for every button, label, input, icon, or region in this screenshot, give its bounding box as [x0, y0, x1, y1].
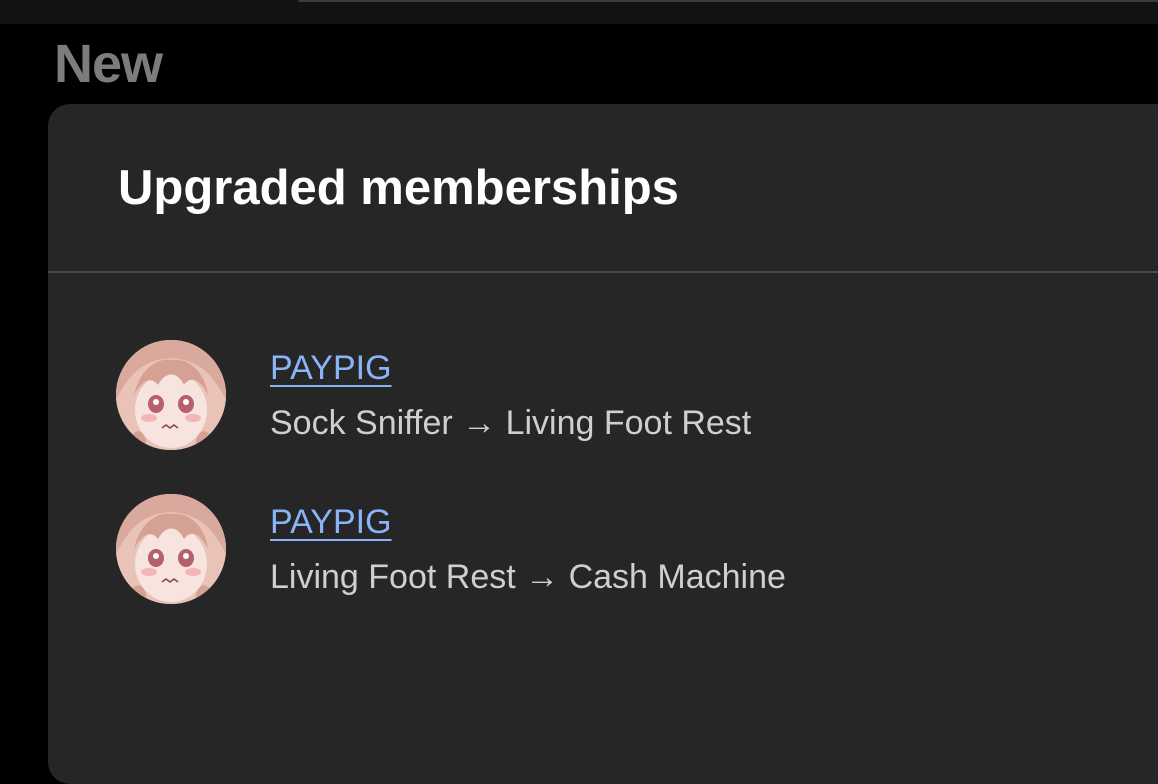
upgraded-memberships-card: Upgraded memberships PAYPIG Sock Sniffer…: [48, 104, 1158, 784]
divider: [48, 271, 1158, 273]
membership-row: PAYPIG Living Foot Rest → Cash Machine: [116, 494, 1116, 606]
card-title: Upgraded memberships: [118, 161, 679, 215]
section-label: New: [54, 34, 163, 94]
membership-row: PAYPIG Sock Sniffer → Living Foot Rest: [116, 340, 1116, 452]
avatar[interactable]: [116, 494, 226, 604]
anime-avatar-icon: [116, 340, 226, 450]
member-name-link[interactable]: PAYPIG: [270, 348, 392, 388]
avatar[interactable]: [116, 340, 226, 450]
top-bar: [0, 0, 1158, 24]
membership-change: Living Foot Rest → Cash Machine: [270, 558, 786, 596]
anime-avatar-icon: [116, 494, 226, 604]
member-name-link[interactable]: PAYPIG: [270, 502, 392, 542]
search-field-edge[interactable]: [298, 0, 1158, 2]
membership-change: Sock Sniffer → Living Foot Rest: [270, 404, 752, 442]
